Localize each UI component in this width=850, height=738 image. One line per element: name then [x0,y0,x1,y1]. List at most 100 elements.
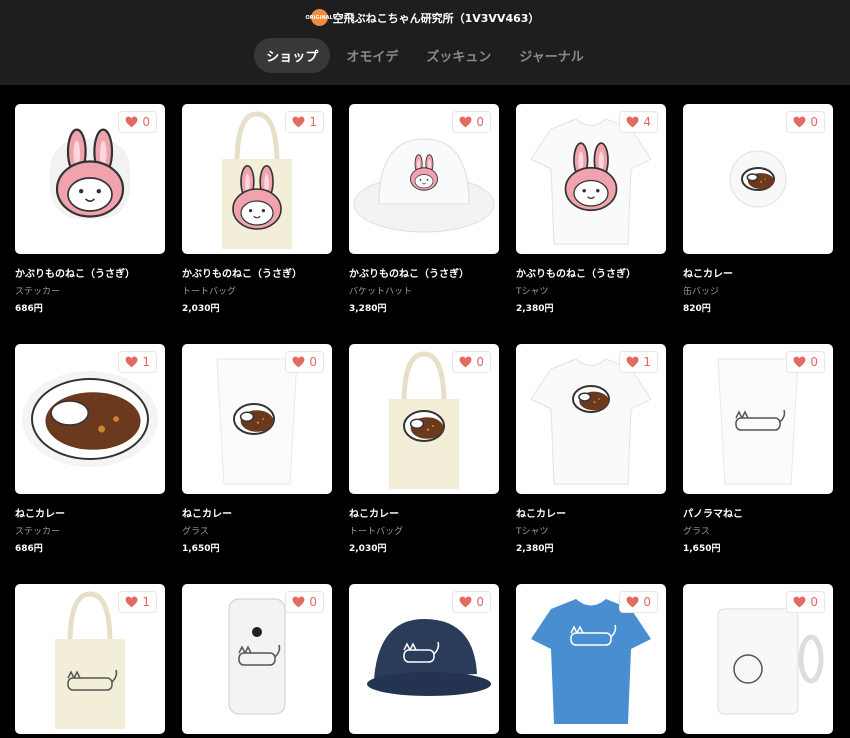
product-card[interactable]: 4 かぶりものねこ（うさぎ） Tシャツ 2,380円 [516,104,666,314]
like-count: 0 [643,595,651,609]
product-image[interactable]: 0 [683,344,833,494]
product-name[interactable]: ねこカレー [516,505,566,520]
tab-omoide[interactable]: オモイデ [334,38,410,73]
product-image[interactable]: 0 [349,584,499,734]
product-name[interactable]: かぶりものねこ（うさぎ） [182,265,302,280]
product-card[interactable]: 0 かぶりものねこ（うさぎ） ステッカー 686円 [15,104,165,314]
like-button[interactable]: 0 [452,111,491,133]
product-price: 2,380円 [516,544,554,554]
product-card[interactable]: 0 [683,584,833,734]
product-type: トートバッグ [349,527,404,537]
product-image[interactable]: 0 [15,104,165,254]
tab-journal[interactable]: ジャーナル [507,38,595,73]
like-count: 1 [142,595,150,609]
product-card[interactable]: 0 かぶりものねこ（うさぎ） バケットハット 3,280円 [349,104,499,314]
like-button[interactable]: 0 [619,591,658,613]
product-price: 2,030円 [182,304,220,314]
product-type: ステッカー [15,527,61,537]
product-image[interactable]: 1 [15,344,165,494]
like-button[interactable]: 0 [452,591,491,613]
product-price: 1,650円 [683,544,721,554]
product-card[interactable]: 0 ねこカレー グラス 1,650円 [182,344,332,554]
like-button[interactable]: 4 [619,111,658,133]
heart-icon [292,596,305,608]
product-image[interactable]: 1 [15,584,165,734]
shop-name: 空飛ぶねこちゃん研究所（1V3VV463） [332,11,540,25]
like-button[interactable]: 0 [452,351,491,373]
like-count: 0 [476,115,484,129]
product-name[interactable]: ねこカレー [182,505,232,520]
heart-icon [626,356,639,368]
product-card[interactable]: 1 ねこカレー ステッカー 686円 [15,344,165,554]
like-button[interactable]: 0 [786,591,825,613]
product-card[interactable]: 1 ねこカレー Tシャツ 2,380円 [516,344,666,554]
heart-icon [459,116,472,128]
product-card[interactable]: 0 [516,584,666,734]
like-count: 1 [643,355,651,369]
product-type: トートバッグ [182,287,237,297]
shop-title[interactable]: ORIGINAL 空飛ぶねこちゃん研究所（1V3VV463） [0,9,850,26]
tab-shop[interactable]: ショップ [254,38,331,73]
product-image[interactable]: 0 [516,584,666,734]
product-price: 3,280円 [349,304,387,314]
product-card[interactable]: 0 パノラマねこ グラス 1,650円 [683,344,833,554]
product-name[interactable]: ねこカレー [15,505,65,520]
product-type: Tシャツ [516,527,549,537]
product-image[interactable]: 0 [349,104,499,254]
product-card[interactable]: 1 かぶりものねこ（うさぎ） トートバッグ 2,030円 [182,104,332,314]
like-count: 0 [810,115,818,129]
like-count: 0 [309,595,317,609]
product-name[interactable]: ねこカレー [349,505,399,520]
like-button[interactable]: 1 [619,351,658,373]
heart-icon [626,116,639,128]
product-type: バケットハット [349,287,413,297]
like-button[interactable]: 0 [118,111,157,133]
product-card[interactable]: 1 [15,584,165,734]
product-image[interactable]: 0 [349,344,499,494]
product-price: 2,030円 [349,544,387,554]
product-name[interactable]: かぶりものねこ（うさぎ） [516,265,636,280]
like-count: 0 [810,355,818,369]
heart-icon [125,596,138,608]
product-image[interactable]: 1 [182,104,332,254]
product-name[interactable]: ねこカレー [683,265,733,280]
product-price: 2,380円 [516,304,554,314]
product-image[interactable]: 0 [683,584,833,734]
heart-icon [793,116,806,128]
header: ORIGINAL 空飛ぶねこちゃん研究所（1V3VV463） ショップ オモイデ… [0,0,850,85]
product-card[interactable]: 0 ねこカレー 缶バッジ 820円 [683,104,833,314]
heart-icon [125,116,138,128]
heart-icon [793,596,806,608]
like-count: 0 [142,115,150,129]
like-button[interactable]: 1 [118,591,157,613]
product-image[interactable]: 0 [182,584,332,734]
like-button[interactable]: 0 [786,111,825,133]
heart-icon [459,596,472,608]
product-image[interactable]: 4 [516,104,666,254]
product-price: 686円 [15,304,43,314]
product-name[interactable]: かぶりものねこ（うさぎ） [15,265,135,280]
product-type: グラス [182,527,209,537]
heart-icon [626,596,639,608]
like-button[interactable]: 0 [285,591,324,613]
product-price: 686円 [15,544,43,554]
heart-icon [793,356,806,368]
shop-logo: ORIGINAL [306,9,333,26]
product-name[interactable]: パノラマねこ [683,505,743,520]
product-name[interactable]: かぶりものねこ（うさぎ） [349,265,469,280]
like-count: 1 [309,115,317,129]
product-price: 1,650円 [182,544,220,554]
product-image[interactable]: 0 [683,104,833,254]
tab-zukkyun[interactable]: ズッキュン [414,38,503,73]
like-count: 0 [476,355,484,369]
like-button[interactable]: 0 [285,351,324,373]
product-card[interactable]: 0 [349,584,499,734]
like-button[interactable]: 1 [285,111,324,133]
product-image[interactable]: 1 [516,344,666,494]
like-button[interactable]: 0 [786,351,825,373]
product-card[interactable]: 0 ねこカレー トートバッグ 2,030円 [349,344,499,554]
product-image[interactable]: 0 [182,344,332,494]
like-button[interactable]: 1 [118,351,157,373]
product-card[interactable]: 0 [182,584,332,734]
heart-icon [459,356,472,368]
